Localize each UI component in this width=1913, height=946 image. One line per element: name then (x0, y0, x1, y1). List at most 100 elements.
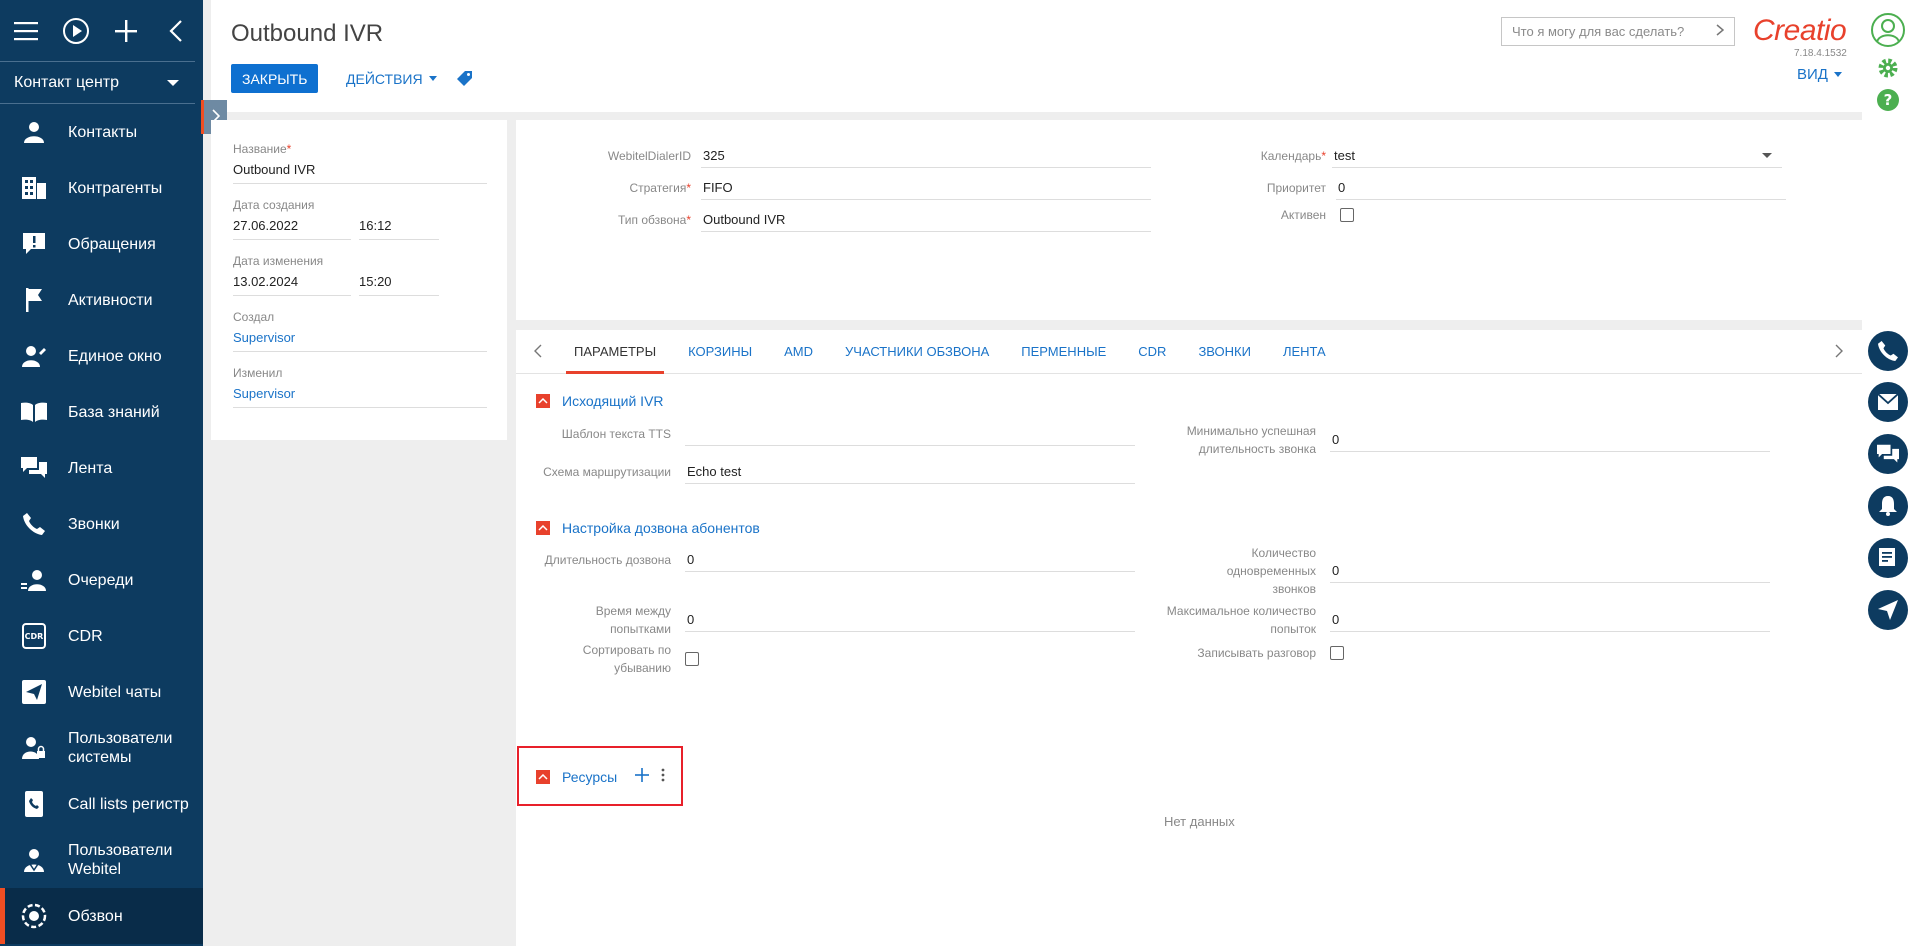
help-icon[interactable]: ? (1876, 88, 1900, 115)
sidebar-item-label: Контрагенты (68, 179, 163, 197)
chat-icon[interactable] (1868, 434, 1908, 474)
sidebar-item-label: Звонки (68, 515, 120, 533)
command-search-input[interactable]: Что я могу для вас сделать? (1501, 17, 1735, 46)
sidebar-item-calls[interactable]: Звонки (0, 496, 203, 552)
tab-feed[interactable]: ЛЕНТА (1267, 330, 1342, 374)
user-lock-icon (20, 734, 48, 762)
chevron-down-icon (1833, 72, 1842, 77)
document-icon[interactable] (1868, 538, 1908, 578)
person-icon (20, 118, 48, 146)
actions-button[interactable]: ДЕЙСТВИЯ (336, 64, 447, 93)
phone-icon (20, 510, 48, 538)
sidebar-item-webitel-chats[interactable]: Webitel чаты (0, 664, 203, 720)
concurrent-field[interactable]: 0 (1330, 559, 1770, 583)
chevron-right-icon[interactable] (1835, 344, 1843, 361)
tab-cdr[interactable]: CDR (1122, 330, 1182, 374)
name-field[interactable]: Outbound IVR (233, 162, 487, 184)
collapse-icon[interactable] (536, 394, 550, 408)
strategy-field[interactable]: FIFO (701, 176, 1151, 200)
interval-field[interactable]: 0 (685, 608, 1135, 632)
call-type-field[interactable]: Outbound IVR (701, 208, 1151, 232)
search-placeholder: Что я могу для вас сделать? (1512, 24, 1685, 39)
sidebar-item-dialer[interactable]: Обзвон (0, 888, 203, 944)
svg-text:?: ? (1884, 91, 1893, 109)
phone-icon[interactable] (1868, 331, 1908, 371)
group-outbound-ivr-header[interactable]: Исходящий IVR (536, 393, 664, 409)
tabs-bar: ПАРАМЕТРЫ КОРЗИНЫ AMD УЧАСТНИКИ ОБЗВОНА … (516, 330, 1862, 374)
sidebar-item-single-window[interactable]: Единое окно (0, 328, 203, 384)
sidebar-item-label: Обращения (68, 235, 156, 253)
resources-detail-header[interactable]: Ресурсы (536, 768, 665, 785)
send-icon[interactable] (1868, 590, 1908, 630)
sidebar-item-cdr[interactable]: CDR CDR (0, 608, 203, 664)
close-button[interactable]: ЗАКРЫТЬ (231, 64, 319, 93)
gear-icon[interactable] (1876, 56, 1900, 83)
tag-icon[interactable] (457, 70, 473, 89)
max-attempts-field[interactable]: 0 (1330, 608, 1770, 632)
min-duration-field[interactable]: 0 (1330, 428, 1770, 452)
modified-by-link[interactable]: Supervisor (233, 386, 487, 408)
tab-participants[interactable]: УЧАСТНИКИ ОБЗВОНА (829, 330, 1005, 374)
tts-label: Шаблон текста TTS (561, 427, 671, 441)
active-label: Активен (1280, 208, 1326, 222)
modified-time-field[interactable]: 15:20 (359, 274, 439, 296)
resources-title: Ресурсы (562, 768, 618, 785)
collapse-left-icon[interactable] (162, 17, 190, 45)
routing-field[interactable]: Echo test (685, 460, 1135, 484)
chevron-down-icon (167, 79, 179, 86)
chevron-left-icon[interactable] (534, 344, 542, 361)
sidebar-item-cases[interactable]: Обращения (0, 216, 203, 272)
collapse-icon[interactable] (536, 521, 550, 535)
tab-parameters[interactable]: ПАРАМЕТРЫ (558, 330, 672, 374)
sidebar-item-contacts[interactable]: Контакты (0, 104, 203, 160)
plus-icon[interactable] (112, 17, 140, 45)
modified-date-field[interactable]: 13.02.2024 (233, 274, 351, 296)
profile-avatar-icon[interactable] (1870, 12, 1906, 51)
creatio-logo: Creatio (1753, 14, 1847, 47)
sidebar-item-queues[interactable]: Очереди (0, 552, 203, 608)
sidebar-item-label: Обзвон (68, 907, 123, 925)
dialer-id-field[interactable]: 325 (701, 144, 1151, 168)
collapse-icon[interactable] (536, 769, 550, 784)
add-resource-icon[interactable] (635, 768, 650, 785)
email-icon[interactable] (1868, 382, 1908, 422)
sidebar-item-feed[interactable]: Лента (0, 440, 203, 496)
dialer-id-label: WebitelDialerID (607, 149, 691, 163)
sidebar-item-system-users[interactable]: Пользователи системы (0, 720, 203, 776)
priority-field[interactable]: 0 (1336, 176, 1786, 200)
cdr-icon: CDR (20, 622, 48, 650)
sidebar-item-accounts[interactable]: Контрагенты (0, 160, 203, 216)
tts-field[interactable] (685, 422, 1135, 446)
tab-baskets[interactable]: КОРЗИНЫ (672, 330, 768, 374)
sidebar-item-call-lists[interactable]: Call lists регистр (0, 776, 203, 832)
sidebar-item-webitel-users[interactable]: Пользователи Webitel (0, 832, 203, 888)
active-checkbox[interactable] (1340, 208, 1354, 222)
sort-desc-row: Сортировать по убыванию (516, 641, 699, 677)
dialer-id-row: WebitelDialerID 325 (536, 144, 1151, 168)
more-options-icon[interactable] (661, 768, 665, 785)
group-dial-settings-header[interactable]: Настройка дозвона абонентов (536, 520, 760, 536)
bell-icon[interactable] (1868, 486, 1908, 526)
queue-icon (20, 566, 48, 594)
created-by-link[interactable]: Supervisor (233, 330, 487, 352)
sidebar-item-activities[interactable]: Активности (0, 272, 203, 328)
tab-calls[interactable]: ЗВОНКИ (1182, 330, 1267, 374)
tab-variables[interactable]: ПЕРМЕННЫЕ (1005, 330, 1122, 374)
tab-amd[interactable]: AMD (768, 330, 829, 374)
sidebar: Контакт центр Контакты Контрагенты Обращ… (0, 0, 203, 946)
chevron-down-icon (1762, 153, 1772, 158)
created-time-field[interactable]: 16:12 (359, 218, 439, 240)
empty-state-text: Нет данных (1164, 814, 1235, 829)
sidebar-item-knowledge-base[interactable]: База знаний (0, 384, 203, 440)
dial-duration-field[interactable]: 0 (685, 548, 1135, 572)
calendar-select[interactable]: test (1332, 144, 1782, 168)
chevron-right-icon[interactable] (1716, 24, 1725, 39)
group-title: Исходящий IVR (562, 393, 664, 409)
sort-desc-checkbox[interactable] (685, 652, 699, 666)
created-date-field[interactable]: 27.06.2022 (233, 218, 351, 240)
play-circle-icon[interactable] (62, 17, 90, 45)
view-button[interactable]: ВИД (1797, 66, 1842, 83)
workplace-selector[interactable]: Контакт центр (0, 62, 195, 104)
record-checkbox[interactable] (1330, 646, 1344, 660)
hamburger-menu-icon[interactable] (12, 17, 40, 45)
